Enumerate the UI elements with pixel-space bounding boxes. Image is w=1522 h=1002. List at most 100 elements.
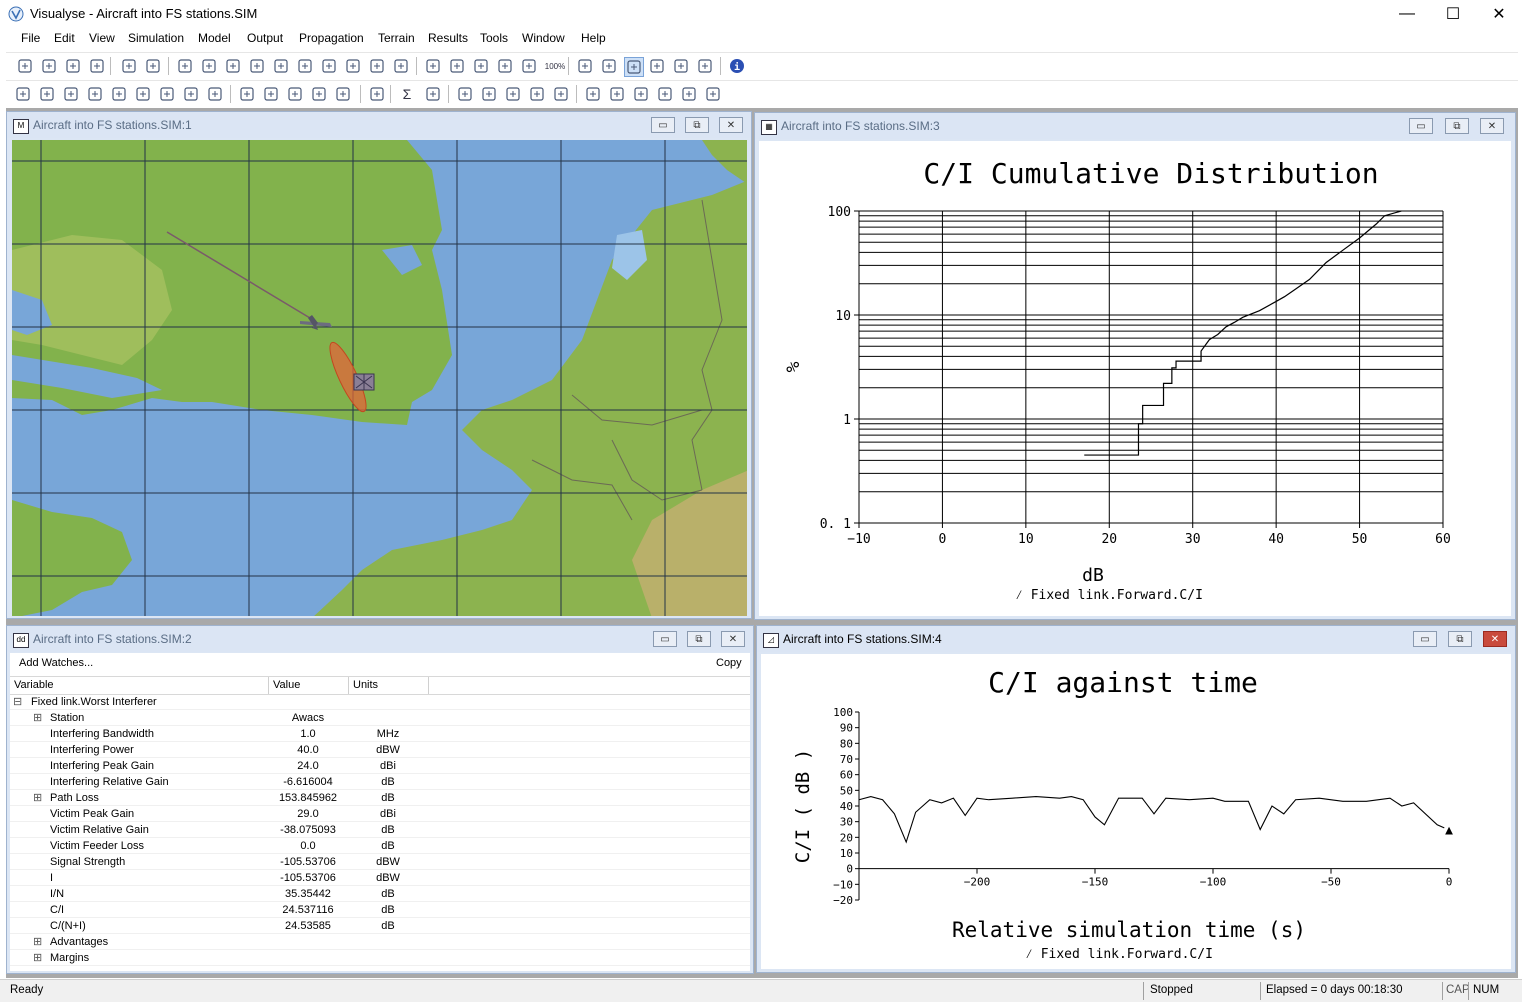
watch-close-button[interactable]: ✕ [721, 631, 745, 647]
fixed-station-cluster[interactable] [353, 373, 375, 391]
header-units[interactable]: Units [353, 679, 378, 691]
time-chart-window[interactable]: ◿ Aircraft into FS stations.SIM:4 ▭ ⧉ ✕ … [756, 625, 1516, 973]
print-icon[interactable] [120, 57, 138, 75]
menu-output[interactable]: Output [247, 31, 283, 45]
zoom-in-icon[interactable] [496, 57, 514, 75]
print-preview-icon[interactable] [144, 57, 162, 75]
refresh-icon[interactable] [368, 85, 386, 103]
terrain-map[interactable] [12, 140, 747, 616]
watch-row[interactable]: I/N 35.35442 dB [10, 886, 750, 902]
watch-window-icon[interactable] [272, 57, 290, 75]
coverage-3-icon[interactable] [656, 85, 674, 103]
menu-window[interactable]: Window [522, 31, 565, 45]
watch-window[interactable]: dd Aircraft into FS stations.SIM:2 ▭ ⧉ ✕… [6, 625, 754, 974]
add-watches-button[interactable]: Add Watches... [19, 657, 93, 669]
menu-results[interactable]: Results [428, 31, 468, 45]
watch-row[interactable]: Victim Peak Gain 29.0 dBi [10, 806, 750, 822]
watch-row[interactable]: Interfering Power 40.0 dBW [10, 742, 750, 758]
expand-toggle-icon[interactable]: ⊞ [33, 951, 42, 964]
menu-view[interactable]: View [89, 31, 115, 45]
map-view-icon[interactable] [200, 57, 218, 75]
watch-row[interactable]: C/(N+I) 24.53585 dB [10, 918, 750, 934]
rewind-icon[interactable] [600, 57, 618, 75]
watch-add-icon[interactable] [456, 85, 474, 103]
watch-row[interactable]: ⊞ Margins [10, 950, 750, 966]
menu-model[interactable]: Model [198, 31, 231, 45]
save-icon[interactable] [64, 57, 82, 75]
play-icon[interactable] [672, 57, 690, 75]
expand-toggle-icon[interactable]: ⊞ [33, 791, 42, 804]
time-window-titlebar[interactable]: ◿ Aircraft into FS stations.SIM:4 ▭ ⧉ ✕ [757, 626, 1515, 652]
watch-row[interactable]: I -105.53706 dBW [10, 870, 750, 886]
line-graph-icon[interactable] [504, 85, 522, 103]
cdf-window-titlebar[interactable]: ▦ Aircraft into FS stations.SIM:3 ▭ ⧉ ✕ [755, 113, 1515, 139]
watch-window-titlebar[interactable]: dd Aircraft into FS stations.SIM:2 ▭ ⧉ ✕ [7, 626, 753, 652]
antenna-icon[interactable] [14, 85, 32, 103]
map-restore-button[interactable]: ⧉ [685, 117, 709, 133]
time-minimize-button[interactable]: ▭ [1413, 631, 1437, 647]
frequency-icon[interactable] [86, 85, 104, 103]
cdf-restore-button[interactable]: ⧉ [1445, 118, 1469, 134]
watch-row[interactable]: Interfering Bandwidth 1.0 MHz [10, 726, 750, 742]
copy-button[interactable]: Copy [716, 657, 742, 669]
link-icon[interactable] [110, 85, 128, 103]
copy-window-icon[interactable] [368, 57, 386, 75]
watch-row[interactable]: Signal Strength -105.53706 dBW [10, 854, 750, 870]
sum-icon[interactable]: Σ [398, 85, 416, 103]
watch-row[interactable]: ⊞ Advantages [10, 934, 750, 950]
globe-view-icon[interactable] [224, 57, 242, 75]
map-minimize-button[interactable]: ▭ [651, 117, 675, 133]
map-canvas[interactable] [12, 140, 747, 616]
close-button[interactable]: ✕ [1476, 0, 1522, 28]
menu-help[interactable]: Help [581, 31, 606, 45]
stop-icon[interactable] [624, 57, 644, 77]
coverage-2-icon[interactable] [632, 85, 650, 103]
report-icon[interactable] [248, 57, 266, 75]
header-value[interactable]: Value [273, 679, 300, 691]
coverage-4-icon[interactable] [680, 85, 698, 103]
plane-icon[interactable] [310, 85, 328, 103]
cdf-minimize-button[interactable]: ▭ [1409, 118, 1433, 134]
interference-path-icon[interactable] [158, 85, 176, 103]
satellite-icon[interactable] [238, 85, 256, 103]
coverage-icon[interactable] [608, 85, 626, 103]
watch-row[interactable]: Victim Relative Gain -38.075093 dB [10, 822, 750, 838]
step-icon[interactable] [648, 57, 666, 75]
cdf-close-button[interactable]: ✕ [1480, 118, 1504, 134]
map-window[interactable]: M Aircraft into FS stations.SIM:1 ▭ ⧉ ✕ [6, 111, 752, 619]
multi-link-icon[interactable] [134, 85, 152, 103]
cdf-window[interactable]: ▦ Aircraft into FS stations.SIM:3 ▭ ⧉ ✕ … [754, 112, 1516, 620]
plan-view-icon[interactable] [176, 57, 194, 75]
satellite-beam-icon[interactable] [262, 85, 280, 103]
fast-forward-icon[interactable] [696, 57, 714, 75]
network-icon[interactable] [182, 85, 200, 103]
menu-edit[interactable]: Edit [54, 31, 75, 45]
menu-file[interactable]: File [21, 31, 40, 45]
minimize-button[interactable]: — [1384, 0, 1430, 28]
maximize-button[interactable]: ☐ [1430, 0, 1476, 28]
select-pointer-icon[interactable] [424, 57, 442, 75]
watch-row[interactable]: Victim Feeder Loss 0.0 dB [10, 838, 750, 854]
time-close-button[interactable]: ✕ [1483, 631, 1507, 647]
info-icon[interactable]: i [728, 57, 746, 75]
expand-toggle-icon[interactable]: ⊞ [33, 711, 42, 724]
time-restore-button[interactable]: ⧉ [1448, 631, 1472, 647]
watch-row[interactable]: ⊞ Path Loss 153.845962 dB [10, 790, 750, 806]
header-variable[interactable]: Variable [14, 679, 54, 691]
zoom-out-icon[interactable] [520, 57, 538, 75]
scatter-graph-icon[interactable] [528, 85, 546, 103]
table-icon[interactable] [296, 57, 314, 75]
coverage-export-icon[interactable] [704, 85, 722, 103]
watch-row[interactable]: ⊞ Station Awacs [10, 710, 750, 726]
map-close-button[interactable]: ✕ [719, 117, 743, 133]
aircraft-icon[interactable] [286, 85, 304, 103]
watch-row[interactable]: C/I 24.537116 dB [10, 902, 750, 918]
new-simulation-icon[interactable] [16, 57, 34, 75]
expand-toggle-icon[interactable]: ⊞ [33, 935, 42, 948]
ground-station-icon[interactable] [38, 85, 56, 103]
window-icon[interactable] [320, 57, 338, 75]
satellite-group-icon[interactable] [62, 85, 80, 103]
zoom-select-icon[interactable] [472, 57, 490, 75]
expand-toggle-icon[interactable]: ⊟ [13, 695, 22, 708]
menu-tools[interactable]: Tools [480, 31, 508, 45]
